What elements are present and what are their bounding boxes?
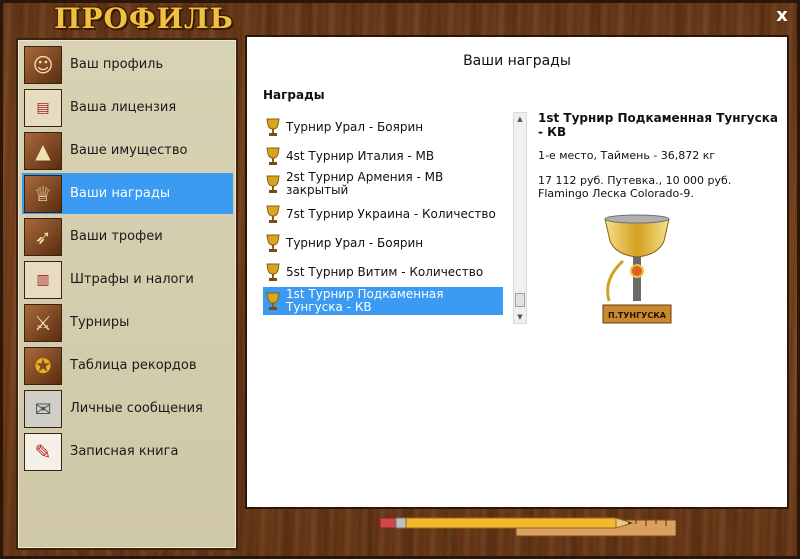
window-title: ПРОФИЛЬ	[54, 2, 234, 35]
cup-icon	[266, 118, 280, 136]
list-item[interactable]: Турнир Урал - Боярин	[263, 232, 503, 254]
cup-icon	[266, 175, 280, 193]
main-panel: Ваши награды Награды Турнир Урал - Бояри…	[245, 35, 789, 509]
fisherman-icon: ☺	[24, 45, 62, 84]
award-detail-title: 1st Турнир Подкаменная Тунгуска - КВ	[538, 111, 778, 139]
close-icon[interactable]: x	[774, 7, 790, 25]
sidebar-item-label: Ваше имущество	[70, 143, 188, 158]
list-item[interactable]: Турнир Урал - Боярин	[263, 116, 503, 138]
sidebar-item-label: Турниры	[70, 315, 130, 330]
fish-icon: ➶	[24, 217, 62, 256]
list-item-selected[interactable]: 1st Турнир Подкаменная Тунгуска - КВ	[263, 287, 503, 315]
sidebar-item-records[interactable]: ✪ Таблица рекордов	[22, 345, 233, 386]
sidebar-item-label: Записная книга	[70, 444, 179, 459]
scroll-down-icon[interactable]: ▼	[514, 311, 526, 323]
sidebar-item-property[interactable]: ▲ Ваше имущество	[22, 130, 233, 171]
sidebar-item-fines[interactable]: ▥ Штрафы и налоги	[22, 259, 233, 300]
license-icon: ▤	[24, 88, 62, 127]
sidebar-item-trophies[interactable]: ➶ Ваши трофеи	[22, 216, 233, 257]
sidebar: ☺ Ваш профиль ▤ Ваша лицензия ▲ Ваше иму…	[16, 38, 238, 550]
scroll-thumb[interactable]	[515, 293, 525, 307]
property-icon: ▲	[24, 131, 62, 170]
list-item[interactable]: 5st Турнир Витим - Количество	[263, 261, 503, 283]
list-item[interactable]: 7st Турнир Украина - Количество	[263, 203, 503, 225]
sidebar-item-label: Ваши трофеи	[70, 229, 163, 244]
cup-icon	[266, 263, 280, 281]
awards-list: Турнир Урал - Боярин 4st Турнир Италия -…	[263, 112, 528, 324]
notebook-icon: ✎	[24, 432, 62, 471]
sidebar-item-label: Ваш профиль	[70, 57, 164, 72]
sidebar-item-label: Таблица рекордов	[70, 358, 197, 373]
sidebar-item-awards[interactable]: ♕ Ваши награды	[22, 173, 233, 214]
award-detail-place: 1-е место, Таймень - 36,872 кг	[538, 149, 716, 162]
sidebar-item-profile[interactable]: ☺ Ваш профиль	[22, 44, 233, 85]
records-medal-icon: ✪	[24, 346, 62, 385]
page-title: Ваши награды	[463, 53, 571, 69]
scroll-up-icon[interactable]: ▲	[514, 113, 526, 125]
sidebar-item-label: Штрафы и налоги	[70, 272, 194, 287]
sidebar-item-license[interactable]: ▤ Ваша лицензия	[22, 87, 233, 128]
tournament-icon: ⚔	[24, 303, 62, 342]
pencil-decoration	[379, 517, 677, 537]
list-item[interactable]: 4st Турнир Италия - MB	[263, 145, 503, 167]
sidebar-item-notebook[interactable]: ✎ Записная книга	[22, 431, 233, 472]
fine-document-icon: ▥	[24, 260, 62, 299]
cup-icon	[266, 147, 280, 165]
trophy-icon: ♕	[24, 174, 62, 213]
cup-icon	[266, 292, 280, 310]
trophy-plate-text: П.ТУНГУСКА	[608, 311, 667, 320]
list-item[interactable]: 2st Турнир Армения - MB закрытый	[263, 170, 503, 198]
cup-icon	[266, 205, 280, 223]
sidebar-item-tournaments[interactable]: ⚔ Турниры	[22, 302, 233, 343]
sidebar-item-label: Ваша лицензия	[70, 100, 177, 115]
awards-subheading: Награды	[263, 88, 325, 102]
sidebar-item-messages[interactable]: ✉ Личные сообщения	[22, 388, 233, 429]
cup-icon	[266, 234, 280, 252]
award-detail-prize: 17 112 руб. Путевка., 10 000 руб. Flamin…	[538, 174, 732, 200]
trophy-image: П.ТУНГУСКА	[602, 214, 672, 324]
sidebar-item-label: Личные сообщения	[70, 401, 203, 416]
envelope-icon: ✉	[24, 389, 62, 428]
awards-scrollbar[interactable]: ▲ ▼	[513, 112, 527, 324]
sidebar-item-label: Ваши награды	[70, 186, 171, 201]
